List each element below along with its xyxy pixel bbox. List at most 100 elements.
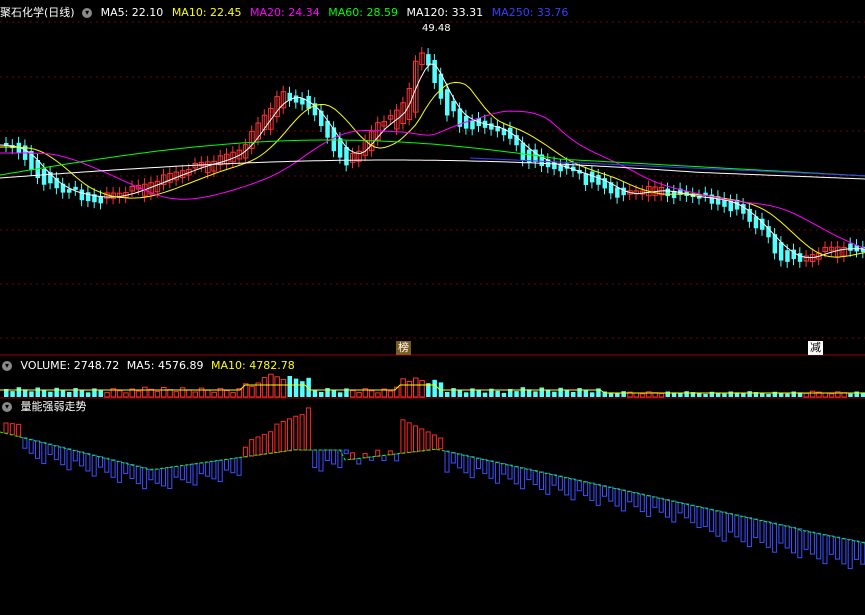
indicator-bar	[123, 462, 129, 474]
indicator-bar	[287, 418, 292, 452]
indicator-bar	[318, 449, 324, 472]
indicator-bar	[375, 449, 381, 457]
indicator-bar	[583, 481, 589, 497]
volume-bar	[375, 392, 381, 398]
volume-bar	[785, 393, 790, 397]
indicator-bar	[66, 448, 72, 471]
volume-bar	[300, 381, 305, 397]
indicator-bar	[520, 467, 526, 490]
volume-bar	[822, 392, 828, 398]
ma250-value: MA250: 33.76	[491, 6, 569, 19]
indicator-bar	[22, 437, 28, 449]
volume-bar	[312, 389, 318, 397]
volume-bar	[85, 392, 91, 397]
indicator-bar	[280, 420, 286, 453]
indicator-bar	[715, 510, 721, 537]
indicator-bar	[835, 536, 841, 560]
volume-bar	[230, 392, 236, 398]
volume-bar	[337, 392, 343, 397]
volume-bar	[48, 391, 53, 397]
volume-bar	[67, 392, 72, 397]
candle-body	[520, 142, 526, 161]
ma20-line	[0, 110, 865, 250]
indicator-bar	[665, 499, 670, 518]
indicator-bar	[847, 539, 853, 570]
indicator-bar	[192, 463, 198, 486]
indicator-bar	[683, 503, 689, 519]
indicator-bar	[35, 440, 40, 459]
indicator-bar	[337, 449, 343, 468]
chart-canvas[interactable]	[0, 0, 865, 615]
volume-bar	[495, 390, 500, 397]
vol-ma10-value: MA10: 4782.78	[210, 359, 295, 372]
indicator-bar	[350, 452, 355, 460]
volume-bar	[211, 391, 217, 398]
indicator-bar	[230, 458, 236, 474]
indicator-bar	[98, 456, 103, 468]
volume-bar	[658, 393, 665, 398]
indicator-bar	[394, 453, 400, 462]
volume-bar	[457, 390, 463, 397]
volume-bar	[368, 390, 375, 398]
indicator-bar	[60, 446, 66, 466]
indicator-bar	[179, 465, 185, 481]
volume-bar	[205, 389, 211, 398]
volume-bar	[186, 389, 192, 398]
indicator-bar	[104, 457, 110, 473]
indicator-bar	[438, 437, 444, 450]
chevron-down-icon[interactable]: ▾	[82, 8, 93, 18]
indicator-bar	[494, 461, 500, 484]
chevron-down-icon[interactable]: ▾	[2, 402, 12, 412]
jian-marker[interactable]: 减	[808, 341, 823, 355]
volume-bar	[419, 380, 425, 398]
indicator-bar	[186, 464, 192, 483]
chevron-down-icon[interactable]: ▾	[2, 361, 12, 371]
volume-bar	[192, 391, 198, 398]
indicator-bar	[293, 415, 299, 451]
volume-bar	[577, 388, 582, 397]
volume-value: VOLUME: 2748.72	[20, 359, 120, 372]
volume-bar	[520, 387, 526, 397]
candle-body	[41, 168, 47, 185]
indicator-bar	[129, 464, 135, 479]
bang-marker[interactable]: 榜	[396, 341, 411, 355]
indicator-name: 量能强弱走势	[20, 400, 87, 413]
volume-bar	[35, 387, 40, 397]
indicator-bar	[425, 431, 431, 451]
indicator-bar	[677, 501, 683, 514]
volume-bar	[41, 389, 47, 397]
volume-bar	[558, 387, 563, 397]
volume-bar	[533, 391, 538, 397]
volume-bar	[331, 390, 337, 397]
indicator-bar	[854, 540, 859, 560]
volume-bar	[287, 376, 292, 397]
candle-body	[445, 89, 450, 116]
indicator-bar	[236, 457, 242, 476]
indicator-bar	[28, 438, 34, 454]
volume-bar	[571, 392, 576, 397]
indicator-bar	[450, 451, 456, 464]
indicator-bar	[746, 517, 752, 548]
indicator-header: ▾ 量能强弱走势	[0, 399, 92, 414]
kline-window: { "header_price": { "stock": "聚石化学(日线)",…	[0, 0, 865, 615]
volume-bar	[268, 373, 274, 398]
volume-bar	[104, 392, 110, 398]
volume-bar	[98, 390, 103, 397]
volume-bar	[274, 376, 280, 398]
indicator-bar	[110, 459, 116, 478]
indicator-bar	[148, 468, 154, 481]
indicator-bar	[400, 419, 406, 454]
price-header: 聚石化学(日线) ▾ MA5: 22.10 MA10: 22.45 MA20: …	[0, 5, 573, 20]
candle-body	[797, 253, 803, 262]
volume-bar	[854, 391, 859, 397]
volume-bar	[142, 386, 148, 398]
volume-bar	[154, 390, 161, 398]
indicator-bars	[0, 407, 865, 570]
indicator-bar	[639, 493, 645, 513]
volume-bar	[545, 389, 551, 397]
volume-bars	[0, 373, 865, 398]
indicator-bar	[457, 453, 463, 469]
indicator-bar	[482, 458, 488, 474]
volume-bar	[633, 392, 639, 398]
indicator-bar	[413, 425, 418, 453]
